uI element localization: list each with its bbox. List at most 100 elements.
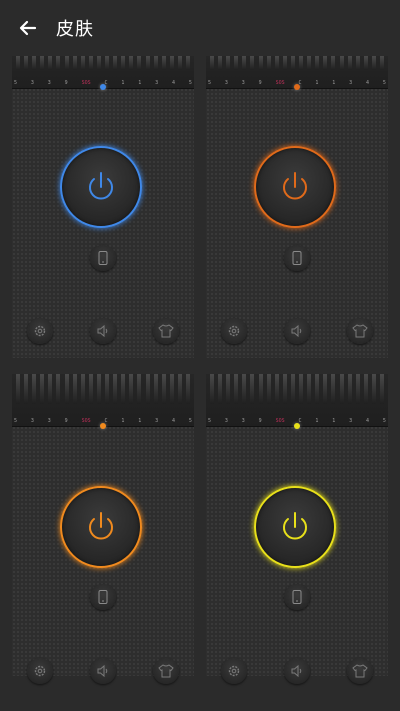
ruler-bar (161, 56, 166, 70)
settings-button[interactable] (221, 318, 247, 344)
power-icon (283, 172, 307, 200)
sound-button[interactable] (90, 658, 116, 684)
settings-button[interactable] (27, 318, 53, 344)
ruler-number: 3 (349, 80, 353, 86)
ruler-bar (274, 56, 279, 70)
settings-button[interactable] (27, 658, 53, 684)
ruler-number: 9 (258, 80, 262, 86)
ruler-bar (129, 374, 134, 404)
ruler-bar (258, 374, 263, 404)
speaker-icon (97, 664, 108, 678)
gear-icon (228, 325, 240, 337)
sound-button[interactable] (90, 318, 116, 344)
ruler-number: 3 (30, 418, 34, 424)
ruler-bar (226, 374, 231, 404)
gear-icon (34, 665, 46, 677)
phone-icon (98, 590, 108, 604)
ruler-bar (113, 56, 118, 70)
ruler-number: 5 (208, 418, 212, 424)
ruler-bar (371, 374, 376, 404)
ruler-bar (40, 374, 45, 404)
ruler-number: 5 (382, 418, 386, 424)
ruler-number: 5 (382, 80, 386, 86)
ruler-number: 3 (47, 418, 51, 424)
ruler-bar (323, 56, 328, 70)
ruler-bar (290, 374, 295, 404)
power-icon (89, 172, 113, 200)
skin-button[interactable] (347, 658, 373, 684)
ruler-number: 1 (315, 418, 319, 424)
ruler-bar (185, 374, 190, 404)
ruler-bar (363, 56, 368, 70)
gear-icon (228, 665, 240, 677)
power-button[interactable] (254, 486, 336, 568)
skin-card-yellow[interactable]: 5 3 3 9 SOS C 1 1 3 4 5 (206, 374, 388, 684)
ruler-bar (266, 56, 271, 70)
ruler-bar (16, 374, 20, 404)
power-button[interactable] (60, 146, 142, 228)
ruler-number: 3 (224, 80, 228, 86)
phone-icon (292, 590, 302, 604)
skin-card-orange-red[interactable]: 5 3 3 9 SOS C 1 1 3 4 5 (206, 56, 388, 358)
ruler-indicator (100, 423, 106, 429)
ruler-bar (282, 56, 287, 70)
ruler-number: 3 (349, 418, 353, 424)
skin-button[interactable] (153, 318, 179, 344)
back-button[interactable] (0, 0, 56, 56)
ruler-bar (250, 374, 255, 404)
ruler-bar (315, 374, 320, 404)
frequency-ruler: 5 3 3 9 SOS C 1 1 3 4 5 (206, 374, 388, 427)
ruler-number: 3 (155, 418, 159, 424)
ruler-number: 3 (47, 80, 51, 86)
ruler-bar (242, 374, 247, 404)
ruler-bar (40, 56, 45, 70)
ruler-number: 9 (64, 80, 68, 86)
ruler-bar (258, 56, 263, 70)
ruler-bar (218, 374, 223, 404)
ruler-bar (299, 374, 304, 404)
sound-button[interactable] (284, 318, 310, 344)
ruler-number: 5 (188, 418, 192, 424)
phone-button[interactable] (284, 245, 310, 271)
ruler-bar (177, 56, 182, 70)
power-button[interactable] (60, 486, 142, 568)
ruler-bar (145, 374, 150, 404)
skin-card-orange[interactable]: 5 3 3 9 SOS C 1 1 3 4 5 (12, 374, 194, 684)
ruler-bar (137, 56, 142, 70)
ruler-bar (56, 56, 61, 70)
ruler-number: SOS (81, 80, 91, 86)
power-button[interactable] (254, 146, 336, 228)
ruler-bar (266, 374, 271, 404)
ruler-bar (339, 374, 344, 404)
ruler-bar (315, 56, 320, 70)
ruler-bar (363, 374, 368, 404)
phone-button[interactable] (90, 245, 116, 271)
ruler-bar (32, 56, 37, 70)
ruler-bar (24, 374, 29, 404)
skin-button[interactable] (347, 318, 373, 344)
ruler-bar (347, 56, 352, 70)
ruler-bar (250, 56, 255, 70)
page-title: 皮肤 (56, 19, 94, 40)
phone-button[interactable] (284, 584, 310, 610)
skin-card-blue[interactable]: 5 3 3 9 SOS C 1 1 3 4 5 (12, 56, 194, 358)
ruler-bar (64, 374, 69, 404)
ruler-bar (64, 56, 69, 70)
phone-button[interactable] (90, 584, 116, 610)
ruler-indicator (294, 84, 300, 90)
skin-grid: 5 3 3 9 SOS C 1 1 3 4 5 5 3 3 9 SOS C 1 1 3 4 5 (0, 56, 400, 711)
sound-button[interactable] (284, 658, 310, 684)
ruler-bar (331, 56, 336, 70)
ruler-bar (113, 374, 118, 404)
ruler-number: 3 (224, 418, 228, 424)
settings-button[interactable] (221, 658, 247, 684)
ruler-bar (129, 56, 134, 70)
ruler-bar (234, 374, 239, 404)
ruler-number: 3 (155, 80, 159, 86)
ruler-indicator (100, 84, 106, 90)
skin-button[interactable] (153, 658, 179, 684)
power-icon (89, 512, 113, 540)
ruler-indicator (294, 423, 300, 429)
speaker-icon (97, 324, 108, 338)
ruler-bar (169, 56, 174, 70)
